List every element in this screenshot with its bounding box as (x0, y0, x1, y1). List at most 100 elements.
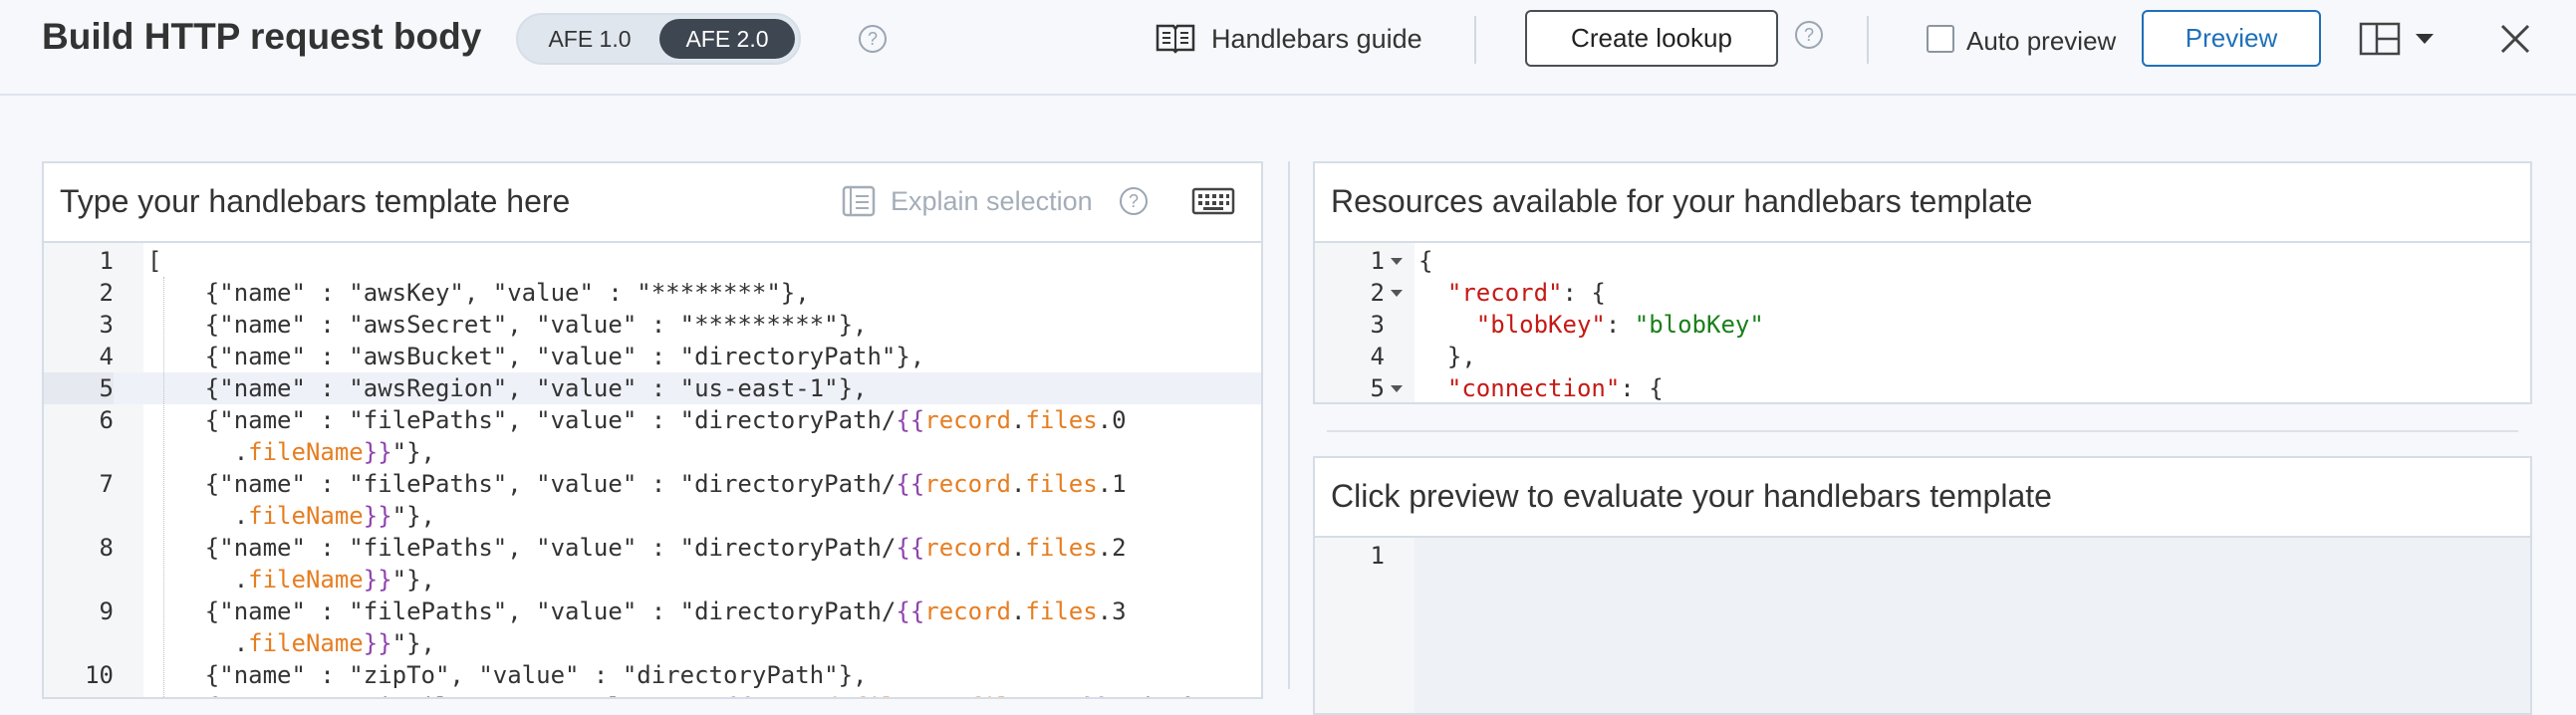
code-token: {"name" : "awsRegion", "value" : "us-eas… (147, 374, 868, 402)
code-token: record (924, 534, 1011, 562)
code-line: 4 }, (1315, 341, 2530, 372)
code-token: . (1010, 534, 1026, 562)
code-token: {"name" : "awsBucket", "value" : "direct… (147, 343, 925, 370)
line-number: 9 (99, 597, 114, 625)
afe-1-option[interactable]: AFE 1.0 (522, 19, 657, 59)
header-bar: Build HTTP request body AFE 1.0 AFE 2.0 … (0, 0, 2576, 96)
preview-button[interactable]: Preview (2142, 10, 2321, 67)
template-editor[interactable]: 1[2 {"name" : "awsKey", "value" : "*****… (44, 243, 1261, 697)
code-token: .4. (924, 693, 967, 697)
auto-preview-checkbox[interactable] (1927, 25, 1954, 53)
create-lookup-button[interactable]: Create lookup (1525, 10, 1778, 67)
code-token: "}, (391, 566, 436, 594)
preview-output: 1 (1315, 538, 2530, 713)
code-line: 3 {"name" : "awsSecret", "value" : "****… (44, 309, 1261, 341)
code-token: record (924, 597, 1011, 625)
line-number: 8 (99, 534, 114, 562)
code-token: record (752, 693, 839, 697)
line-number: 6 (99, 406, 114, 434)
version-help-icon[interactable]: ? (859, 25, 887, 53)
code-line: 1[ (44, 245, 1261, 277)
code-token: }} (1083, 693, 1112, 697)
lookup-help-icon[interactable]: ? (1795, 21, 1823, 49)
code-token: {"name" : "filePaths", "value" : "direct… (147, 597, 897, 625)
page-title: Build HTTP request body (42, 16, 482, 57)
explain-selection-label: Explain selection (891, 186, 1093, 216)
code-token: : { (1620, 374, 1664, 402)
code-token: {"name" : "awsSecret", "value" : "******… (147, 311, 868, 339)
keyboard-icon[interactable] (1191, 185, 1235, 217)
code-token: : (1605, 311, 1635, 339)
resources-panel-title: Resources available for your handlebars … (1331, 183, 2033, 219)
caret-down-icon[interactable] (2415, 33, 2435, 45)
code-token: {{ (896, 534, 925, 562)
code-token: . (1010, 597, 1026, 625)
code-token: {{ (896, 406, 925, 434)
line-number: 4 (99, 343, 114, 370)
code-token: . (839, 693, 853, 697)
template-panel-title: Type your handlebars template here (60, 183, 571, 219)
code-text: "record": { (1418, 277, 1606, 309)
code-text: {"name" : "awsRegion", "value" : "us-eas… (147, 372, 868, 404)
code-line: 3 "blobKey": "blobKey" (1315, 309, 2530, 341)
code-token: fileName (968, 693, 1084, 697)
code-text: "connection": { (1418, 372, 1664, 402)
header-divider (1474, 16, 1476, 64)
template-panel-header: Type your handlebars template here Expla… (44, 163, 1261, 243)
explain-icon (842, 185, 876, 217)
code-text: {"name" : "awsSecret", "value" : "******… (147, 309, 868, 341)
code-line: 9 {"name" : "filePaths", "value" : "dire… (44, 596, 1261, 627)
line-number: 5 (1370, 374, 1385, 402)
layout-icon[interactable] (2359, 22, 2401, 56)
panel-splitter-horizontal[interactable] (1327, 430, 2518, 432)
code-token: record (924, 406, 1011, 434)
fold-toggle-icon[interactable] (1391, 258, 1403, 265)
code-text: {"name" : "zipFileName", "value" : "{{re… (147, 691, 1213, 697)
code-token: "blobKey" (1634, 311, 1764, 339)
code-token: fileName (248, 566, 364, 594)
line-number: 2 (1370, 279, 1385, 307)
code-token: . (1010, 406, 1026, 434)
code-text: {"name" : "awsKey", "value" : "********"… (147, 277, 810, 309)
code-token: .0 (1097, 406, 1127, 434)
code-text: {"name" : "filePaths", "value" : "direct… (147, 404, 1127, 436)
code-line: 11 {"name" : "zipFileName", "value" : "{… (44, 691, 1261, 697)
code-token: files (1025, 534, 1098, 562)
template-panel: Type your handlebars template here Expla… (42, 161, 1263, 699)
book-icon (1156, 24, 1195, 54)
code-token: {"name" : "awsKey", "value" : "********"… (147, 279, 810, 307)
line-number: 3 (1370, 311, 1385, 339)
code-token: record (924, 470, 1011, 498)
code-text: .fileName}}"}, (147, 500, 435, 532)
code-token: {"name" : "zipFileName", "value" : " (147, 693, 723, 697)
code-token: {{ (896, 470, 925, 498)
code-token: files (1025, 597, 1098, 625)
code-line: 8 {"name" : "filePaths", "value" : "dire… (44, 532, 1261, 564)
resources-panel: Resources available for your handlebars … (1313, 161, 2532, 404)
afe-version-toggle[interactable]: AFE 1.0 AFE 2.0 (516, 13, 801, 65)
explain-help-icon[interactable]: ? (1120, 187, 1148, 215)
resources-editor[interactable]: 1{2 "record": {3 "blobKey": "blobKey" 4 }… (1315, 243, 2530, 402)
code-line: 10 {"name" : "zipTo", "value" : "directo… (44, 659, 1261, 691)
code-line: 1 (1315, 540, 2530, 572)
code-line: .fileName}}"}, (44, 500, 1261, 532)
line-number: 3 (99, 311, 114, 339)
code-line: .fileName}}"}, (44, 627, 1261, 659)
code-token: {"name" : "filePaths", "value" : "direct… (147, 406, 897, 434)
code-token: "record" (1446, 279, 1563, 307)
code-token: .3 (1097, 597, 1127, 625)
line-number: 5 (44, 372, 114, 404)
code-token: fileName (248, 438, 364, 466)
panel-splitter[interactable] (1288, 161, 1290, 689)
handlebars-guide-label: Handlebars guide (1211, 24, 1422, 54)
code-token: {"name" : "filePaths", "value" : "direct… (147, 470, 897, 498)
code-token: "blobKey" (1475, 311, 1606, 339)
fold-toggle-icon[interactable] (1391, 385, 1403, 392)
code-line: 6 {"name" : "filePaths", "value" : "dire… (44, 404, 1261, 436)
afe-2-option[interactable]: AFE 2.0 (659, 19, 795, 59)
code-token: .zip"}, (1112, 693, 1212, 697)
fold-toggle-icon[interactable] (1391, 290, 1403, 297)
close-icon[interactable] (2500, 24, 2530, 54)
